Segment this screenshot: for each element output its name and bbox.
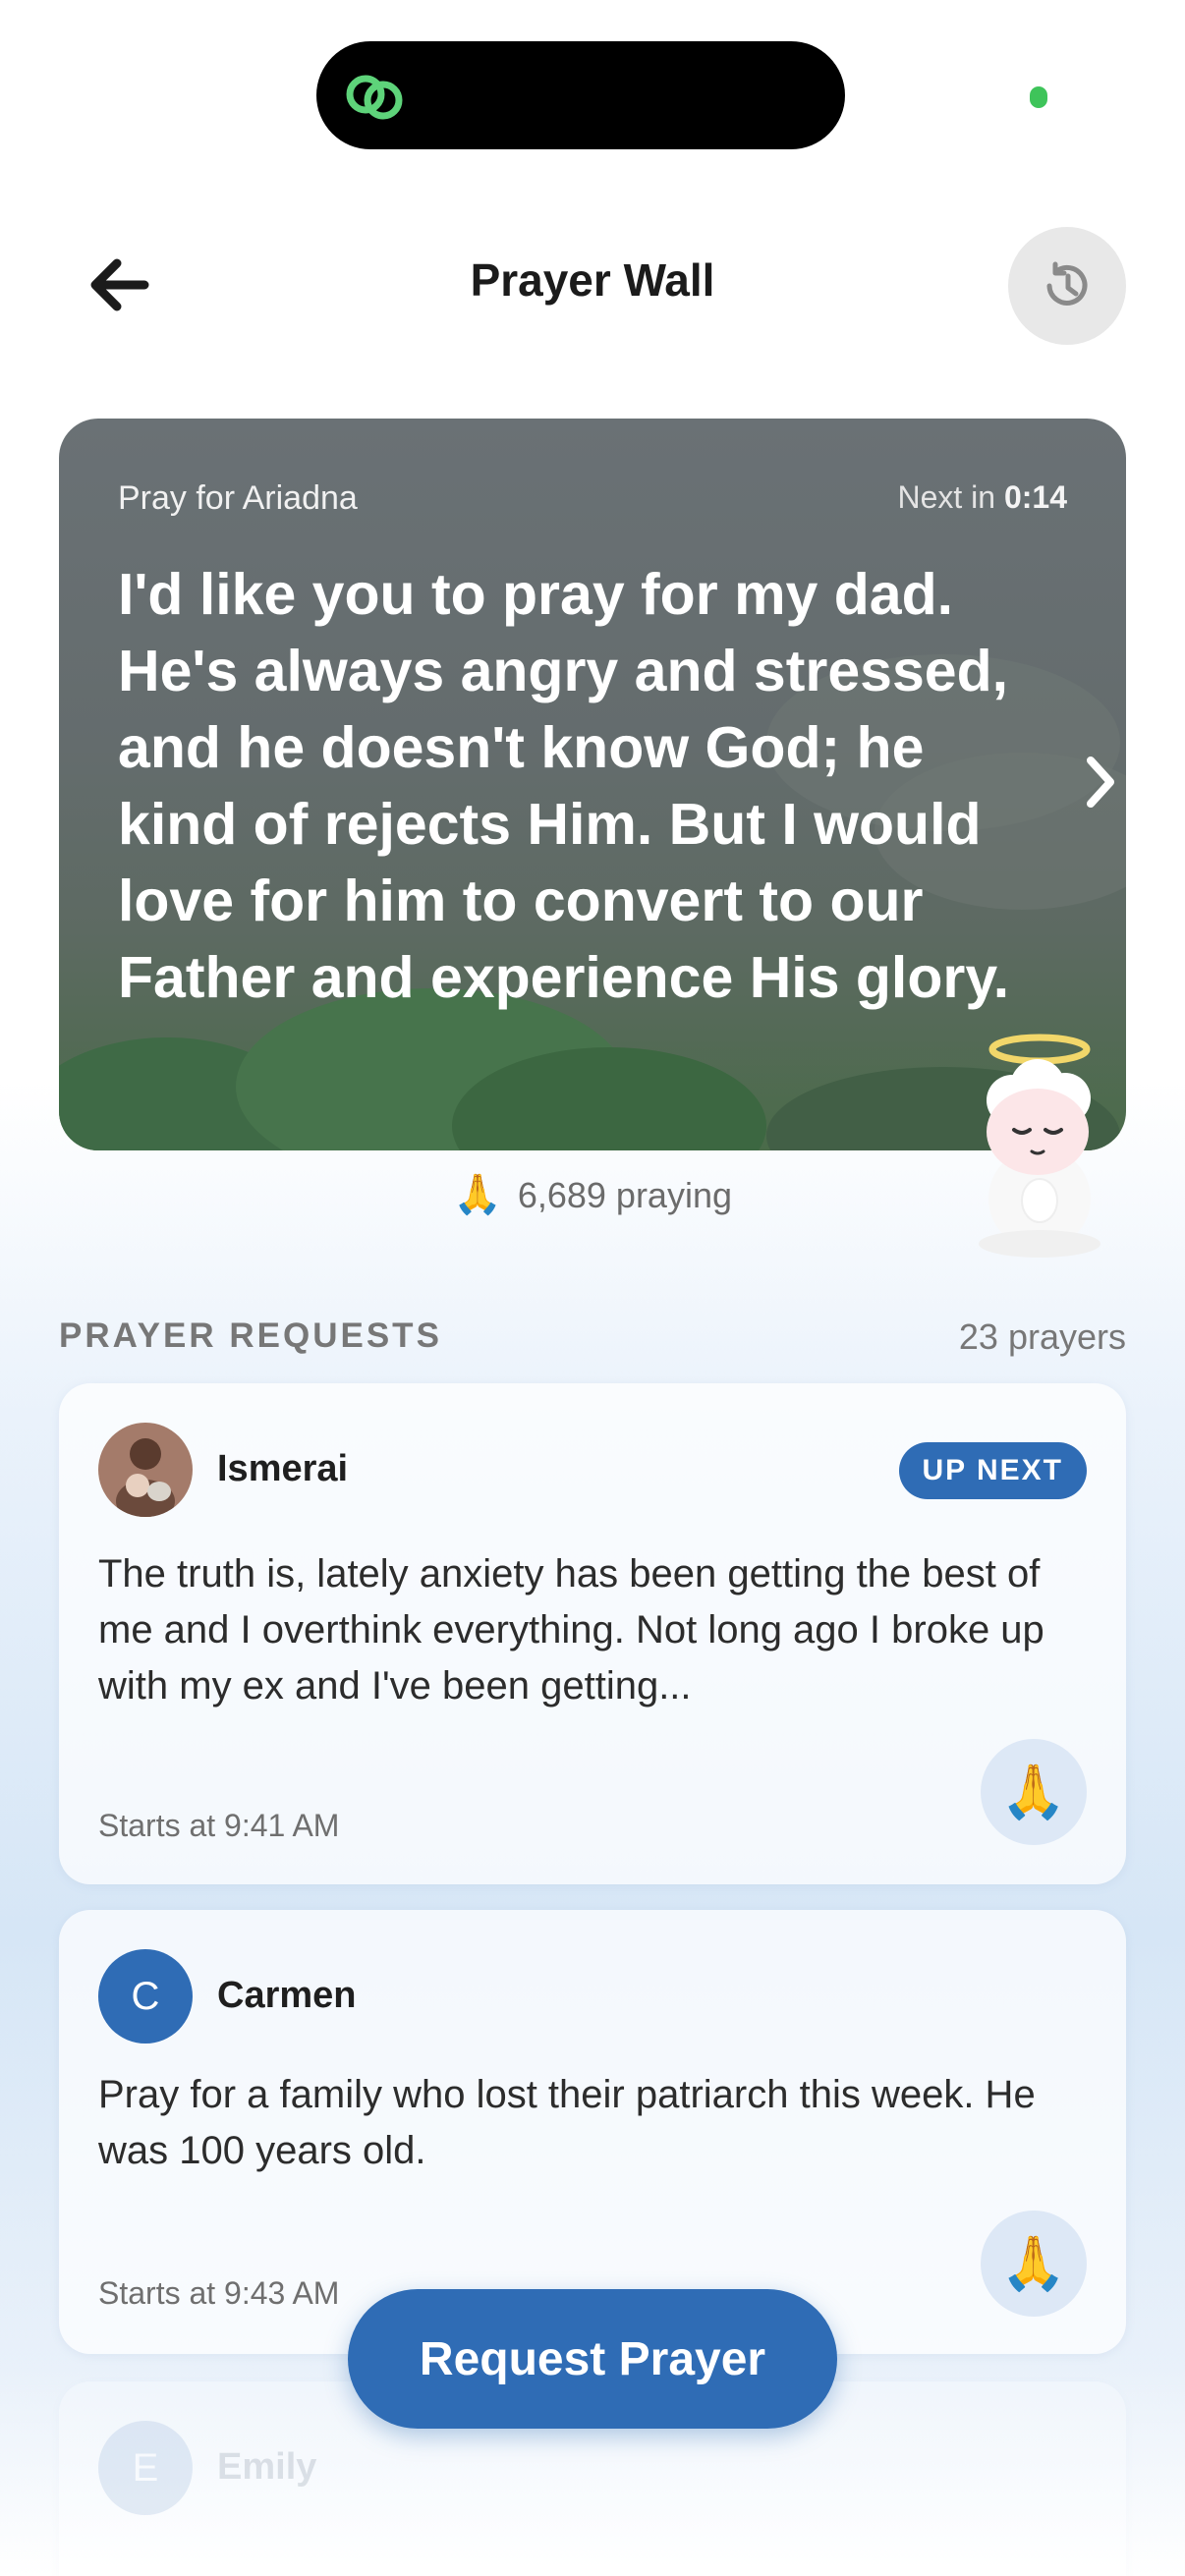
chevron-right-icon[interactable]	[1071, 743, 1126, 821]
angel-sheep-mascot	[979, 1034, 1100, 1258]
praying-hands-icon: 🙏	[1000, 1762, 1067, 1821]
avatar	[98, 1423, 193, 1517]
next-time: 0:14	[1003, 479, 1067, 515]
next-timer: Next in 0:14	[897, 479, 1067, 516]
request-name: Ismerai	[217, 1448, 349, 1489]
up-next-badge: UP NEXT	[898, 1442, 1087, 1499]
next-prefix: Next in	[897, 479, 996, 515]
request-start-time: Starts at 9:43 AM	[98, 2275, 340, 2311]
section-title: PRAYER REQUESTS	[59, 1316, 442, 1355]
prayer-count: 23 prayers	[958, 1316, 1126, 1357]
featured-name: Pray for Ariadna	[118, 479, 358, 517]
camera-indicator	[1030, 86, 1047, 108]
request-text: Pray for a family who lost their patriar…	[98, 2073, 1036, 2172]
request-start-time: Starts at 9:41 AM	[98, 1808, 340, 1843]
page-title: Prayer Wall	[470, 254, 715, 306]
history-button[interactable]	[1008, 227, 1126, 345]
history-icon	[1046, 261, 1088, 306]
request-card[interactable]: Ismerai UP NEXT The truth is, lately anx…	[59, 1383, 1126, 1884]
avatar: E	[98, 2421, 193, 2515]
request-card[interactable]: C Carmen Pray for a family who lost thei…	[59, 1910, 1126, 2354]
praying-hands-icon: 🙏	[1000, 2233, 1067, 2293]
praying-hands-icon: 🙏	[453, 1173, 502, 1216]
avatar-photo	[98, 1423, 193, 1517]
pray-button[interactable]: 🙏	[981, 1739, 1087, 1845]
praying-count-text: 6,689 praying	[517, 1175, 732, 1215]
request-name: Emily	[217, 2446, 317, 2488]
request-text: The truth is, lately anxiety has been ge…	[98, 1552, 1044, 1708]
request-name: Carmen	[217, 1975, 357, 2016]
request-prayer-button[interactable]: Request Prayer	[348, 2289, 837, 2429]
link-app-icon	[346, 75, 403, 120]
pray-button[interactable]: 🙏	[981, 2211, 1087, 2317]
praying-count: 🙏 6,689 praying	[0, 1171, 1185, 1217]
dynamic-island	[316, 41, 845, 149]
avatar: C	[98, 1949, 193, 2044]
featured-text: I'd like you to pray for my dad. He's al…	[118, 562, 1010, 1010]
